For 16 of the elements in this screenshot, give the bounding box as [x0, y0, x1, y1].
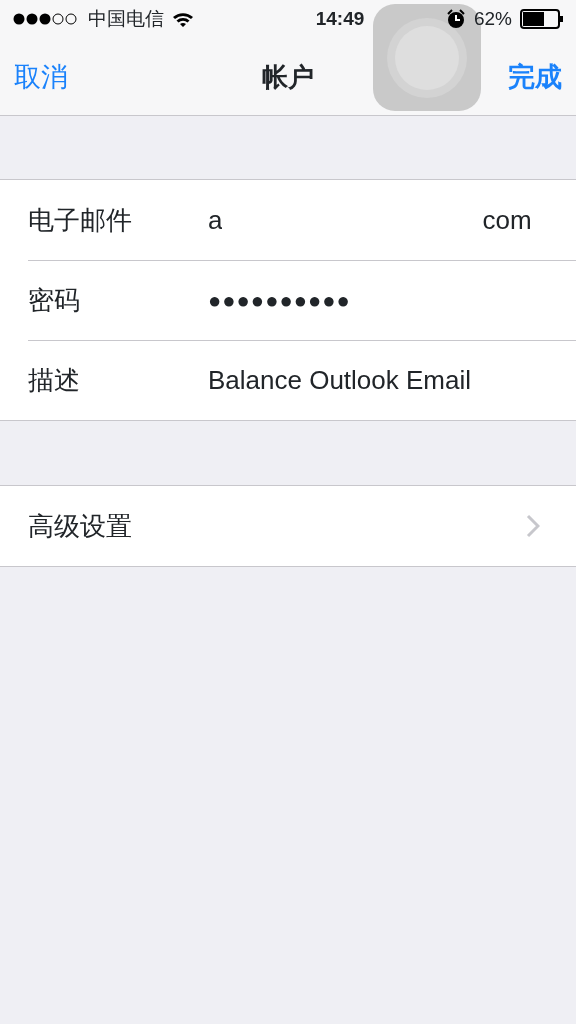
signal-icon: [12, 12, 80, 26]
field-label: 密码: [28, 284, 81, 317]
alarm-icon: [445, 9, 466, 29]
battery-percent: 62%: [473, 6, 512, 31]
wifi-icon: [172, 11, 194, 27]
description-field[interactable]: Balance Outlook Email: [208, 361, 472, 400]
password-field[interactable]: ●●●●●●●●●●: [208, 284, 351, 317]
carrier-name: 中国电信: [88, 6, 164, 31]
advanced-settings-row[interactable]: 高级设置: [0, 486, 576, 566]
nav-title: 帐户: [262, 60, 314, 94]
battery-icon: [520, 9, 564, 29]
field-label: 电子邮件: [28, 203, 133, 237]
clock-time: 14:49: [315, 6, 365, 31]
field-label: 描述: [28, 364, 81, 397]
row-label: 高级设置: [28, 509, 132, 543]
chevron-icon: [526, 514, 540, 538]
